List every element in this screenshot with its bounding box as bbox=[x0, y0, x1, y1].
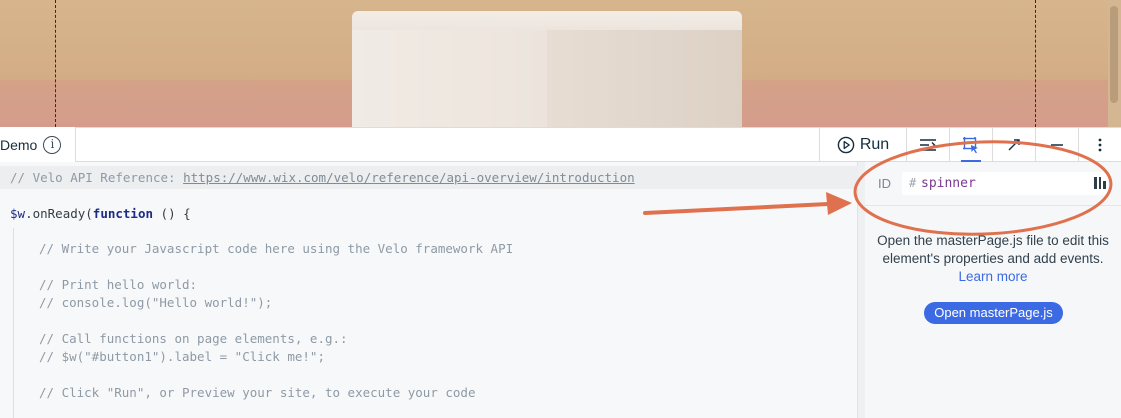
properties-message-text: Open the masterPage.js file to edit this… bbox=[877, 233, 1109, 266]
editor-splitter[interactable] bbox=[857, 162, 865, 418]
play-circle-icon bbox=[837, 136, 855, 154]
learn-more-link[interactable]: Learn more bbox=[958, 269, 1027, 284]
code-line-3[interactable]: $w.onReady(function () { bbox=[10, 206, 191, 221]
expand-icon bbox=[1008, 139, 1020, 151]
minimize-button[interactable] bbox=[1035, 128, 1078, 162]
code-identifier: $w bbox=[10, 206, 26, 221]
code-call: .onReady( bbox=[25, 206, 93, 221]
canvas-scrollbar-thumb[interactable] bbox=[1110, 6, 1118, 103]
run-button[interactable]: Run bbox=[819, 128, 906, 162]
code-keyword: function bbox=[92, 206, 154, 221]
more-vertical-icon bbox=[1098, 138, 1102, 152]
properties-panel-button[interactable] bbox=[906, 128, 949, 162]
id-value: spinner bbox=[921, 176, 976, 191]
open-masterpage-button[interactable]: Open masterPage.js bbox=[924, 302, 1063, 324]
layout-guide-left bbox=[55, 0, 56, 127]
cube-front-face bbox=[352, 30, 547, 127]
code-line-11[interactable]: // $w("#button1").label = "Click me!"; bbox=[39, 349, 325, 364]
code-comment: // Velo API Reference: bbox=[10, 170, 184, 185]
id-row: ID # spinner bbox=[865, 162, 1121, 206]
tab-label: Demo bbox=[0, 137, 38, 153]
select-element-icon bbox=[963, 137, 978, 154]
properties-message: Open the masterPage.js file to edit this… bbox=[877, 232, 1109, 286]
properties-panel-icon bbox=[920, 139, 936, 151]
run-label: Run bbox=[859, 136, 890, 153]
code-line-1[interactable]: // Velo API Reference: https://www.wix.c… bbox=[0, 166, 858, 189]
minimize-icon bbox=[1051, 144, 1063, 146]
more-options-button[interactable] bbox=[1078, 128, 1121, 162]
id-hash: # bbox=[909, 176, 917, 190]
id-label: ID bbox=[878, 176, 891, 191]
properties-panel: ID # spinner Open the masterPage.js file… bbox=[865, 162, 1121, 418]
select-element-button[interactable] bbox=[949, 128, 992, 163]
info-icon[interactable]: i bbox=[43, 136, 62, 154]
layout-guide-right bbox=[1035, 0, 1036, 127]
code-line-13[interactable]: // Click "Run", or Preview your site, to… bbox=[39, 385, 476, 400]
tab-demo[interactable]: Demo i bbox=[0, 127, 76, 163]
code-punct: () { bbox=[153, 206, 191, 221]
site-canvas-preview[interactable] bbox=[0, 0, 1121, 127]
element-type-icon bbox=[1094, 177, 1106, 189]
code-line-10[interactable]: // Call functions on page elements, e.g.… bbox=[39, 331, 348, 346]
code-line-7[interactable]: // Print hello world: bbox=[39, 277, 197, 292]
code-link[interactable]: https://www.wix.com/velo/reference/api-o… bbox=[183, 170, 635, 185]
code-line-5[interactable]: // Write your Javascript code here using… bbox=[39, 241, 513, 256]
code-panel-header: Demo i Run bbox=[0, 127, 1121, 163]
cube-side-face bbox=[547, 30, 742, 127]
code-panel-toolbar: Run bbox=[819, 128, 1121, 163]
indent-guide bbox=[13, 228, 14, 418]
expand-button[interactable] bbox=[992, 128, 1035, 162]
id-input[interactable]: # spinner bbox=[902, 172, 1108, 195]
canvas-scrollbar[interactable] bbox=[1108, 0, 1121, 127]
code-line-8[interactable]: // console.log("Hello world!"); bbox=[39, 295, 272, 310]
